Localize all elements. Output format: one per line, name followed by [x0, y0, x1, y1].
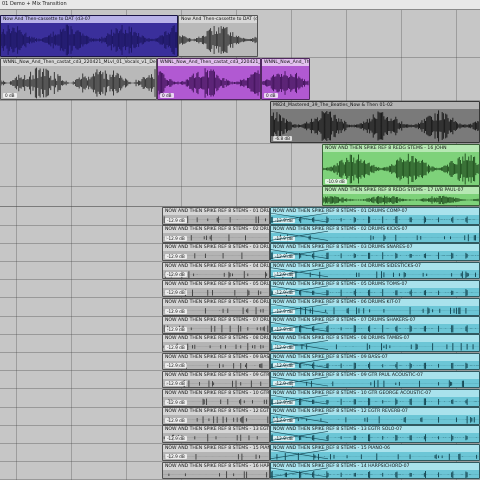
audio-clip[interactable]: WNNL_Now_And_Th 0 dB: [261, 58, 310, 100]
audio-clip[interactable]: NOW AND THEN SPIKE REF 8 REDG STEMS - 17…: [322, 186, 480, 206]
waveform: [323, 195, 479, 205]
audio-clip[interactable]: NOW AND THEN SPIKE REF 8 STEMS - 05 DRUM…: [162, 279, 270, 298]
clip-name: M824_Mastered_39_The_Beatles_Now & Then …: [271, 102, 479, 109]
clip-name: NOW AND THEN SPIKE REF 8 STEMS - 12 EGTR…: [163, 408, 269, 416]
clip-gain-badge[interactable]: -12.9 dB: [165, 217, 187, 223]
clip-gain-badge[interactable]: -12.9 dB: [165, 363, 187, 369]
audio-clip[interactable]: NOW AND THEN SPIKE REF 8 STEMS - 07 DRUM…: [162, 316, 270, 334]
clip-name: NOW AND THEN SPIKE REF 8 STEMS - 04 DRUM: [163, 262, 269, 270]
crossfade-curve[interactable]: [270, 376, 328, 387]
clip-gain-badge[interactable]: -12.9 dB: [165, 417, 187, 423]
audio-clip[interactable]: NOW AND THEN SPIKE REF 8 STEMS - 03 DRUM…: [162, 243, 270, 261]
clip-name: NOW AND THEN SPIKE REF 8 STEMS - 08 DRUM: [163, 335, 269, 343]
audio-clip[interactable]: NOW AND THEN SPIKE REF 8 STEMS - 10 GTR …: [162, 389, 270, 407]
clip-gain-badge[interactable]: -12.9 dB: [165, 326, 187, 332]
waveform: [1, 67, 156, 99]
window-title: 01 Demo + Mix Transition: [2, 1, 67, 7]
waveform: [163, 471, 269, 479]
clip-gain-badge[interactable]: 0 dB: [3, 93, 17, 98]
crossfade-curve[interactable]: [270, 285, 328, 296]
clip-gain-badge[interactable]: 0 dB: [264, 93, 278, 98]
crossfade-curve[interactable]: [270, 212, 328, 223]
audio-clip[interactable]: NOW AND THEN SPIKE REF 8 STEMS - 12 EGTR…: [162, 407, 270, 425]
audio-clip[interactable]: NOW AND THEN SPIKE REF 8 STEMS - 16 HARP…: [162, 461, 270, 480]
clip-gain-badge[interactable]: -12.9 dB: [165, 399, 187, 405]
clip-name: NOW AND THEN SPIKE REF 8 REDG STEMS - 16…: [323, 145, 479, 152]
clip-name: NOW AND THEN SPIKE REF 8 STEMS - 07 DRUM: [163, 317, 269, 325]
clip-gain-badge[interactable]: -10.9 dB: [325, 179, 347, 184]
audio-clip[interactable]: NOW AND THEN SPIKE REF 8 STEMS - 01 DRUM…: [162, 207, 270, 225]
clip-name: WNNL_Now_And_Th: [262, 59, 309, 66]
clip-name: NOW AND THEN SPIKE REF 8 STEMS - 06 DRUM: [163, 299, 269, 306]
clip-gain-badge[interactable]: -12.9 dB: [165, 454, 187, 460]
clip-name: Now And Then-cassette to DAT (d3-0: [179, 16, 257, 23]
waveform: [179, 26, 257, 54]
audio-clip[interactable]: NOW AND THEN SPIKE REF 8 STEMS - 15 PIAN…: [162, 443, 270, 462]
clip-name: NOW AND THEN SPIKE REF 8 STEMS - 09 BASS: [163, 353, 269, 361]
audio-clip[interactable]: NOW AND THEN SPIKE REF 8 STEMS - 08 DRUM…: [162, 334, 270, 352]
audio-clip[interactable]: NOW AND THEN SPIKE REF 8 STEMS - 09 GTR …: [162, 370, 270, 389]
clip-gain-badge[interactable]: 0 dB: [160, 93, 174, 98]
clip-name: NOW AND THEN SPIKE REF 8 STEMS - 09 GTR …: [163, 371, 269, 379]
clip-name: NOW AND THEN SPIKE REF 8 STEMS - 13 EGTR…: [163, 426, 269, 434]
crossfade-curve[interactable]: [270, 394, 328, 405]
clip-name: WNNL_Now_And_Then_castat_cd3_220421_S: [158, 59, 260, 66]
crossfade-curve[interactable]: [270, 412, 328, 423]
crossfade-curve[interactable]: [270, 449, 328, 460]
clip-gain-badge[interactable]: -12.9 dB: [165, 290, 187, 296]
window-title-bar: 01 Demo + Mix Transition: [0, 0, 480, 10]
crossfade-curve[interactable]: [270, 321, 328, 332]
clip-gain-badge[interactable]: -12.9 dB: [165, 308, 187, 314]
audio-clip[interactable]: Now And Then-cassette to DAT (d3-0: [178, 15, 258, 57]
audio-clip[interactable]: NOW AND THEN SPIKE REF 8 STEMS - 06 DRUM…: [162, 298, 270, 316]
audio-clip[interactable]: NOW AND THEN SPIKE REF 8 STEMS - 13 EGTR…: [162, 425, 270, 443]
clip-gain-badge[interactable]: -12.9 dB: [165, 235, 187, 241]
crossfade-curve[interactable]: [270, 358, 328, 369]
audio-clip[interactable]: NOW AND THEN SPIKE REF 8 STEMS - 02 DRUM…: [162, 225, 270, 243]
clip-name: NOW AND THEN SPIKE REF 8 STEMS - 02 DRUM: [163, 226, 269, 234]
clip-gain-badge[interactable]: -12.9 dB: [165, 381, 187, 387]
clip-name: WNNL_Now_And_Then_castat_cd3_220421_MLvl…: [1, 59, 156, 66]
audio-clip[interactable]: Now And Then-cassette to DAT (d3-07: [0, 15, 178, 57]
audio-clip[interactable]: M824_Mastered_39_The_Beatles_Now & Then …: [270, 101, 480, 143]
clip-gain-badge[interactable]: -12.9 dB: [165, 272, 187, 278]
audio-clip[interactable]: NOW AND THEN SPIKE REF 8 REDG STEMS - 16…: [322, 144, 480, 186]
audio-clip[interactable]: WNNL_Now_And_Then_castat_cd3_220421_MLvl…: [0, 58, 157, 100]
clip-gain-badge[interactable]: -12.9 dB: [165, 253, 187, 259]
audio-clip[interactable]: NOW AND THEN SPIKE REF 8 STEMS - 09 BASS…: [162, 352, 270, 371]
clip-gain-badge[interactable]: -12.9 dB: [165, 344, 187, 350]
crossfade-curve[interactable]: [270, 340, 328, 350]
daw-window: 01 Demo + Mix Transition Now And Then-ca…: [0, 0, 480, 480]
clip-name: NOW AND THEN SPIKE REF 8 STEMS - 10 GTR …: [163, 390, 269, 397]
waveform: [271, 110, 479, 142]
crossfade-curve[interactable]: [270, 249, 328, 259]
clip-name: NOW AND THEN SPIKE REF 8 STEMS - 15 PIAN…: [163, 444, 269, 452]
clip-name: NOW AND THEN SPIKE REF 8 REDG STEMS - 17…: [323, 187, 479, 194]
crossfade-curve[interactable]: [270, 431, 328, 441]
clip-gain-badge[interactable]: -12.9 dB: [165, 435, 187, 441]
clip-name: NOW AND THEN SPIKE REF 8 STEMS - 03 DRUM: [163, 244, 269, 252]
crossfade-overlay: [270, 212, 328, 478]
clip-name: Now And Then-cassette to DAT (d3-07: [1, 16, 177, 23]
audio-clip[interactable]: NOW AND THEN SPIKE REF 8 STEMS - 04 DRUM…: [162, 261, 270, 280]
crossfade-curve[interactable]: [270, 267, 328, 278]
clip-name: NOW AND THEN SPIKE REF 8 STEMS - 05 DRUM: [163, 280, 269, 288]
crossfade-curve[interactable]: [270, 303, 328, 314]
waveform: [1, 24, 177, 56]
crossfade-curve[interactable]: [270, 230, 328, 241]
clip-name: NOW AND THEN SPIKE REF 8 STEMS - 16 HARP…: [163, 462, 269, 470]
crossfade-curve[interactable]: [270, 467, 328, 478]
clip-name: NOW AND THEN SPIKE REF 8 STEMS - 01 DRUM: [163, 208, 269, 215]
clip-gain-badge[interactable]: -6.8 dB: [273, 136, 293, 141]
audio-clip[interactable]: WNNL_Now_And_Then_castat_cd3_220421_S 0 d…: [157, 58, 261, 100]
